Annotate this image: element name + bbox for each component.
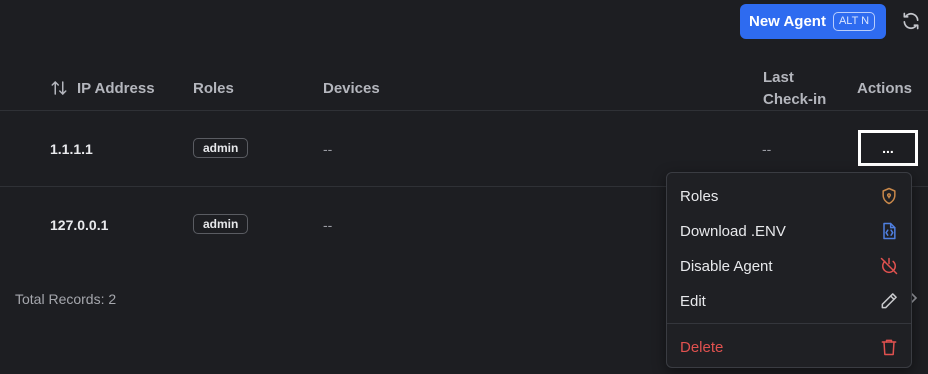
menu-item-delete[interactable]: Delete: [667, 330, 911, 364]
shield-icon: [879, 186, 899, 206]
role-badge: admin: [193, 138, 249, 158]
new-agent-button[interactable]: New Agent ALT N: [740, 4, 886, 39]
total-records: Total Records: 2: [15, 291, 117, 307]
trash-icon: [879, 337, 899, 357]
menu-item-label: Roles: [680, 187, 719, 205]
menu-item-label: Edit: [680, 292, 706, 310]
menu-item-download-env[interactable]: Download .ENV: [667, 214, 911, 248]
cell-devices: --: [323, 217, 333, 233]
menu-item-label: Download .ENV: [680, 222, 786, 240]
cell-ip-address: 127.0.0.1: [50, 217, 109, 233]
menu-item-label: Disable Agent: [680, 257, 773, 275]
row-actions-button[interactable]: ...: [858, 130, 918, 166]
menu-divider: [667, 323, 911, 324]
column-header-last-checkin-line2: Check-in: [763, 91, 827, 108]
column-header-roles: Roles: [193, 80, 234, 97]
menu-item-label: Delete: [680, 338, 724, 356]
table-divider: [0, 110, 928, 111]
new-agent-label: New Agent: [749, 13, 826, 30]
column-header-actions: Actions: [857, 80, 913, 97]
role-badge: admin: [193, 214, 249, 234]
menu-item-edit[interactable]: Edit: [667, 284, 911, 318]
power-off-icon: [879, 256, 899, 276]
file-code-icon: [879, 221, 899, 241]
shortcut-badge: ALT N: [832, 12, 876, 31]
cell-ip-address: 1.1.1.1: [50, 141, 93, 157]
pencil-icon: [879, 291, 899, 311]
menu-item-roles[interactable]: Roles: [667, 179, 911, 213]
refresh-icon[interactable]: [901, 11, 921, 31]
sort-icon[interactable]: [50, 79, 68, 97]
row-actions-menu: Roles Download .ENV Disable Agent Edit D…: [666, 172, 912, 368]
column-header-devices: Devices: [323, 80, 380, 97]
cell-last-checkin: --: [762, 141, 772, 157]
column-header-ip-address[interactable]: IP Address: [77, 80, 155, 97]
cell-devices: --: [323, 141, 333, 157]
menu-item-disable-agent[interactable]: Disable Agent: [667, 249, 911, 283]
column-header-last-checkin-line1: Last: [763, 69, 794, 86]
